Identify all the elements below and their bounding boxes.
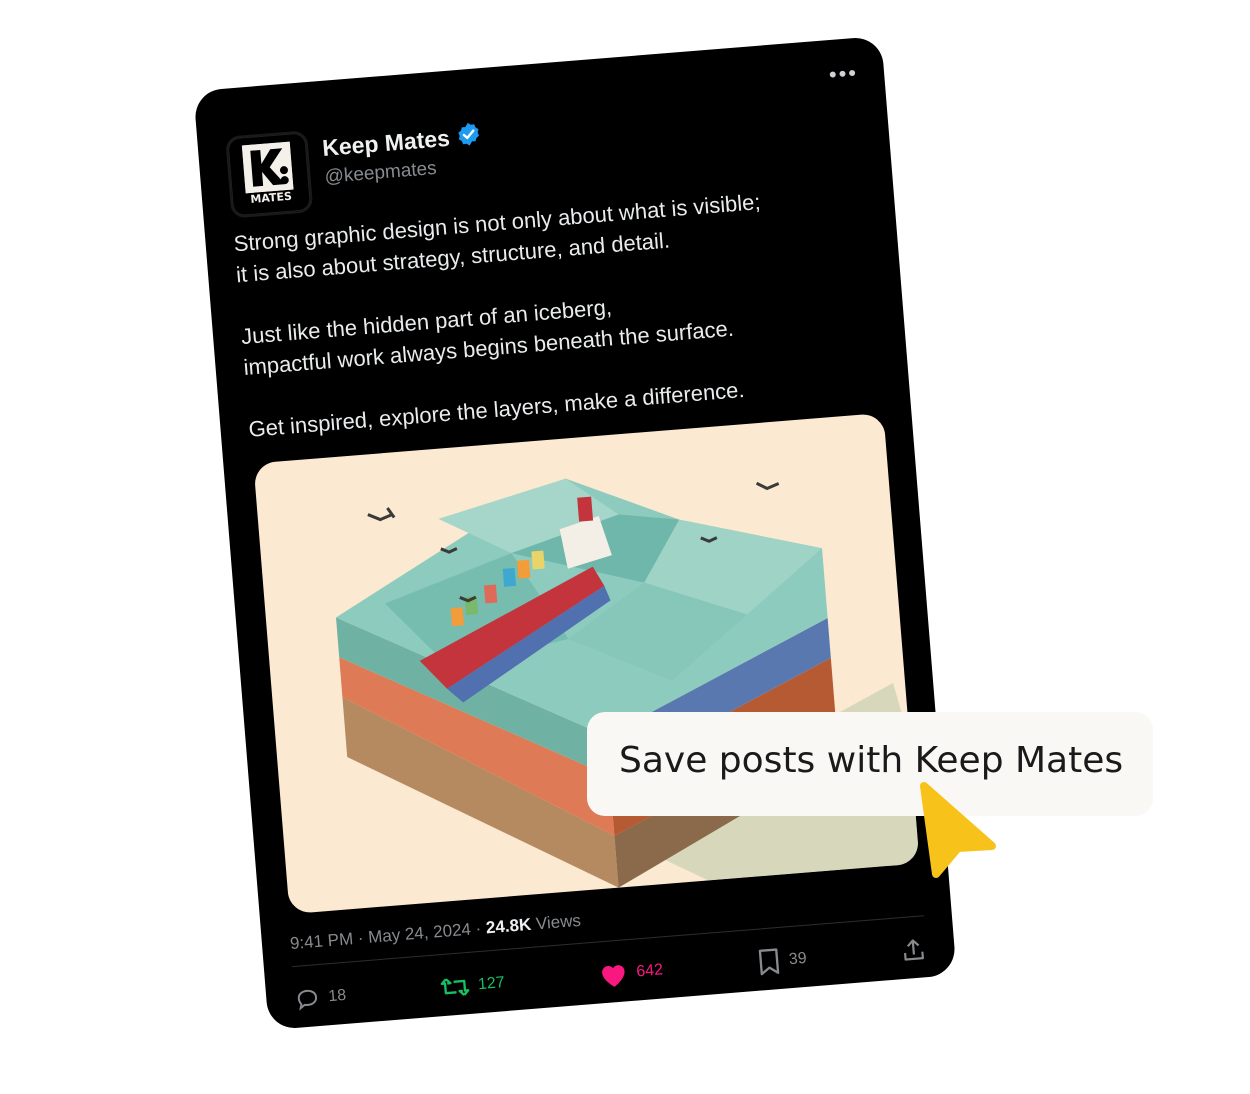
repost-count: 127 xyxy=(477,974,506,994)
reply-icon xyxy=(297,989,318,1011)
avatar-label: MATES xyxy=(249,189,293,206)
paragraph: Strong graphic design is not only about … xyxy=(232,177,875,290)
post-time[interactable]: 9:41 PM xyxy=(289,929,354,953)
more-icon[interactable]: ••• xyxy=(828,60,859,88)
verified-badge-icon xyxy=(458,122,480,146)
paragraph: Just like the hidden part of an iceberg,… xyxy=(240,270,883,383)
share-button[interactable] xyxy=(900,936,928,964)
repost-icon xyxy=(440,978,470,996)
post-card: ••• MATES Keep Mates @keepmates Strong g… xyxy=(193,35,957,1031)
heart-icon xyxy=(602,965,625,987)
reply-button[interactable]: 18 xyxy=(294,983,348,1013)
bookmark-icon xyxy=(758,948,780,976)
reply-count: 18 xyxy=(327,986,347,1006)
bookmark-button[interactable]: 39 xyxy=(756,945,808,977)
post-image[interactable] xyxy=(253,412,920,915)
cursor-icon xyxy=(920,782,996,878)
views-label: Views xyxy=(535,910,582,934)
meta-separator: · xyxy=(357,928,365,948)
repost-button[interactable]: 127 xyxy=(439,970,506,1001)
like-button[interactable]: 642 xyxy=(597,956,664,989)
author-handle[interactable]: @keepmates xyxy=(324,158,438,189)
bookmark-count: 39 xyxy=(788,949,808,969)
callout-text: Save posts with Keep Mates xyxy=(619,740,1124,781)
views-count: 24.8K xyxy=(485,914,532,938)
share-icon xyxy=(904,939,924,961)
logo-k-icon xyxy=(241,141,294,194)
post-meta: 9:41 PM · May 24, 2024 · 24.8K Views xyxy=(289,911,581,954)
iceberg-illustration xyxy=(336,478,920,888)
author-name[interactable]: Keep Mates xyxy=(321,125,451,162)
post-date[interactable]: May 24, 2024 xyxy=(367,920,471,947)
like-count: 642 xyxy=(635,961,664,981)
callout-bubble: Save posts with Keep Mates xyxy=(587,712,1153,816)
meta-separator: · xyxy=(474,918,483,939)
avatar[interactable]: MATES xyxy=(225,130,314,219)
